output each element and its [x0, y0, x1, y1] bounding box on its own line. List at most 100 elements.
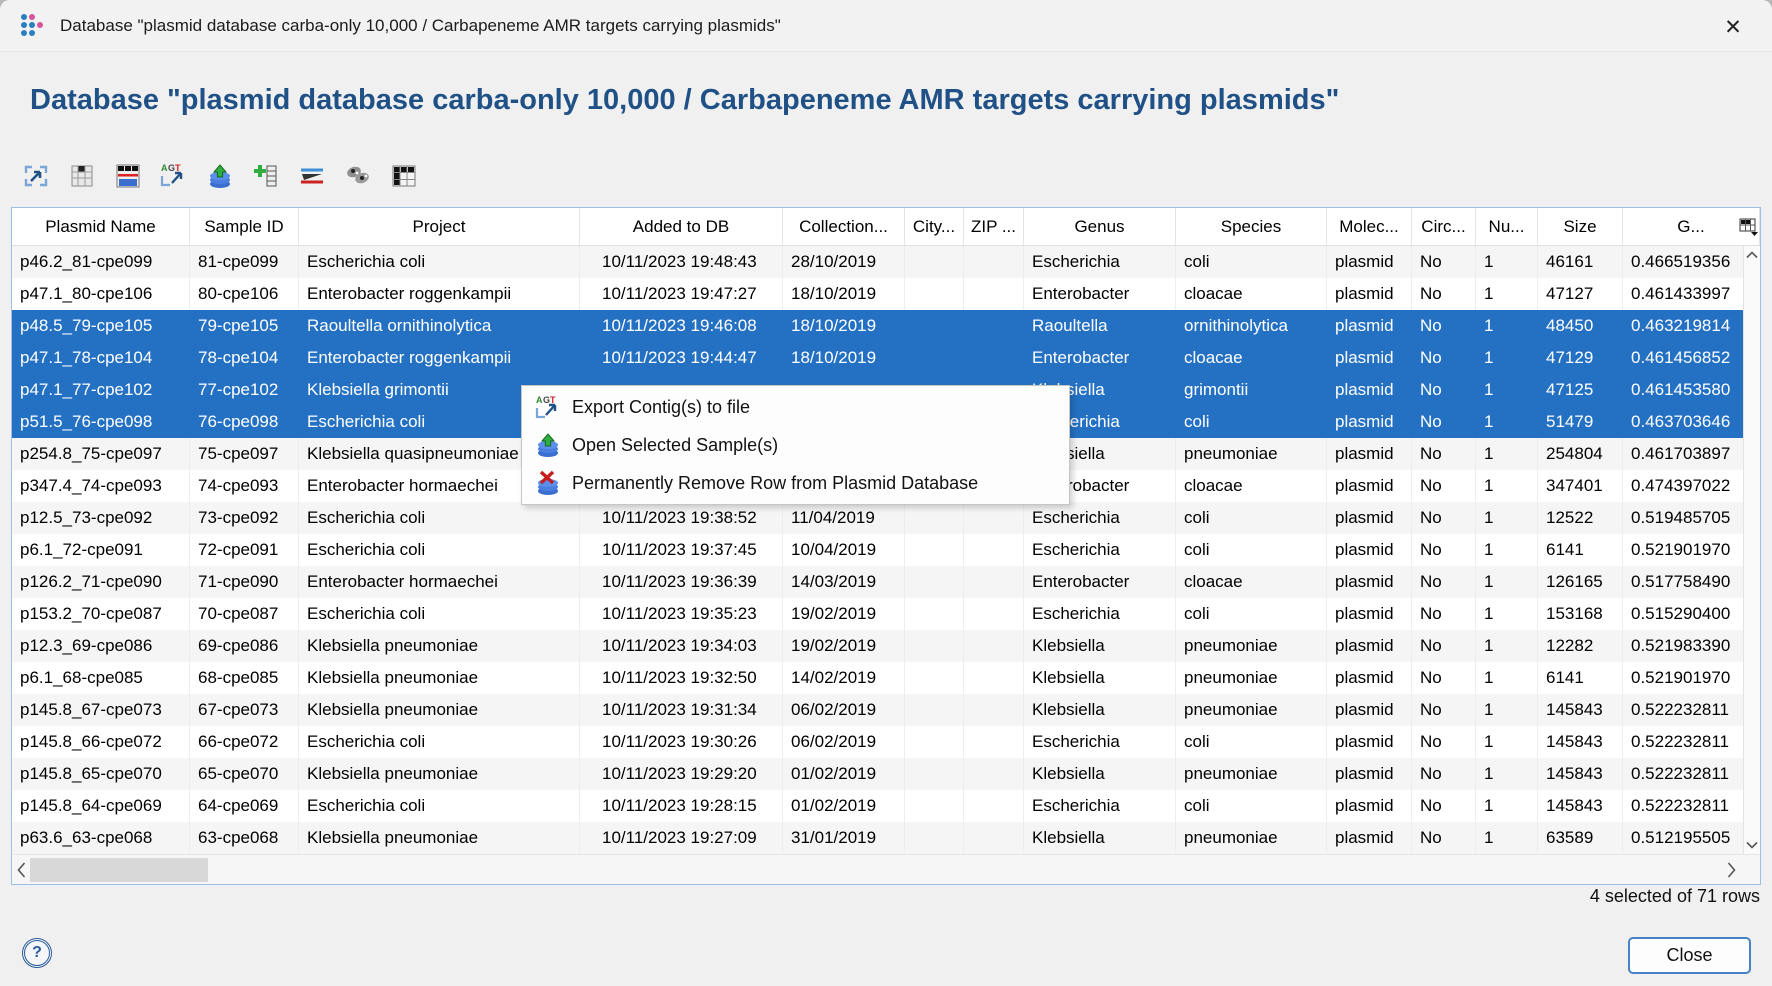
table-cell [905, 598, 964, 630]
table-cell: 145843 [1538, 726, 1623, 758]
table-row[interactable]: p6.1_68-cpe08568-cpe085Klebsiella pneumo… [12, 662, 1760, 694]
table-row[interactable]: p12.3_69-cpe08669-cpe086Klebsiella pneum… [12, 630, 1760, 662]
table-cell: Klebsiella pneumoniae [299, 822, 580, 854]
table-cell: 1 [1476, 822, 1538, 854]
table-row[interactable]: p145.8_65-cpe07065-cpe070Klebsiella pneu… [12, 758, 1760, 790]
scroll-down-icon[interactable] [1744, 836, 1760, 854]
svg-text:G: G [543, 395, 550, 405]
table-cell: 1 [1476, 694, 1538, 726]
table-cell: 1 [1476, 662, 1538, 694]
page-title: Database "plasmid database carba-only 10… [30, 84, 1339, 117]
merge-rows-icon[interactable] [298, 162, 325, 189]
table-row[interactable]: p47.1_80-cpe10680-cpe106Enterobacter rog… [12, 278, 1760, 310]
menu-item-label: Export Contig(s) to file [572, 397, 750, 418]
table-cell: 0.463703646 [1623, 406, 1760, 438]
table-cell: Raoultella [1024, 310, 1176, 342]
table-cell: Escherichia coli [299, 790, 580, 822]
table-cell: plasmid [1327, 438, 1412, 470]
menu-item-remove-row[interactable]: Permanently Remove Row from Plasmid Data… [522, 464, 1069, 502]
table-cell: 64-cpe069 [190, 790, 299, 822]
column-header[interactable]: ZIP ... [964, 208, 1024, 245]
table-row[interactable]: p153.2_70-cpe08770-cpe087Escherichia col… [12, 598, 1760, 630]
table-cell: 1 [1476, 342, 1538, 374]
table-header: Plasmid NameSample IDProjectAdded to DBC… [12, 208, 1760, 246]
column-header[interactable]: Molec... [1327, 208, 1412, 245]
column-header[interactable]: City... [905, 208, 964, 245]
column-header[interactable]: Collection... [783, 208, 905, 245]
export-contigs-icon[interactable]: AGT [160, 162, 187, 189]
scroll-right-icon[interactable] [1722, 855, 1740, 884]
horizontal-scroll-thumb[interactable] [30, 858, 208, 882]
add-sample-icon[interactable] [252, 162, 279, 189]
table-cell: p12.5_73-cpe092 [12, 502, 190, 534]
table-row[interactable]: p145.8_64-cpe06964-cpe069Escherichia col… [12, 790, 1760, 822]
table-cell: No [1412, 566, 1476, 598]
column-header[interactable]: Genus [1024, 208, 1176, 245]
menu-item-open-sample[interactable]: Open Selected Sample(s) [522, 426, 1069, 464]
menu-item-label: Permanently Remove Row from Plasmid Data… [572, 473, 978, 494]
column-header[interactable]: Size [1538, 208, 1623, 245]
svg-text:G: G [168, 163, 175, 173]
table-cell: 0.521901970 [1623, 534, 1760, 566]
open-sample-icon[interactable] [206, 162, 233, 189]
table-row[interactable]: p145.8_66-cpe07266-cpe072Escherichia col… [12, 726, 1760, 758]
table-cell: 19/02/2019 [783, 630, 905, 662]
table-cell: 63589 [1538, 822, 1623, 854]
table-row[interactable]: p47.1_78-cpe10478-cpe104Enterobacter rog… [12, 342, 1760, 374]
table-cell: plasmid [1327, 758, 1412, 790]
table-cell: p47.1_80-cpe106 [12, 278, 190, 310]
open-sample-icon [534, 432, 562, 458]
column-header[interactable]: Circ... [1412, 208, 1476, 245]
scroll-left-icon[interactable] [12, 855, 30, 884]
table-cell: plasmid [1327, 502, 1412, 534]
table-cell: 0.522232811 [1623, 790, 1760, 822]
toolbar: AGT [22, 162, 417, 189]
table-cell: pneumoniae [1176, 822, 1327, 854]
vertical-scrollbar[interactable] [1743, 246, 1760, 854]
table-cell: 145843 [1538, 790, 1623, 822]
table-cell: 76-cpe098 [190, 406, 299, 438]
table-row[interactable]: p6.1_72-cpe09172-cpe091Escherichia coli1… [12, 534, 1760, 566]
table-row[interactable]: p63.6_63-cpe06863-cpe068Klebsiella pneum… [12, 822, 1760, 854]
selection-status: 4 selected of 71 rows [1590, 886, 1760, 907]
column-picker-icon[interactable] [1739, 217, 1759, 237]
table-cell: 1 [1476, 438, 1538, 470]
column-header[interactable]: Plasmid Name [12, 208, 190, 245]
export-table-report-icon[interactable] [114, 162, 141, 189]
table-cell: pneumoniae [1176, 758, 1327, 790]
select-columns-icon[interactable] [390, 162, 417, 189]
export-table-icon[interactable] [22, 162, 49, 189]
table-cell: 145843 [1538, 758, 1623, 790]
table-cell: 0.521983390 [1623, 630, 1760, 662]
table-row[interactable]: p46.2_81-cpe09981-cpe099Escherichia coli… [12, 246, 1760, 278]
column-header[interactable]: Sample ID [190, 208, 299, 245]
column-header[interactable]: Project [299, 208, 580, 245]
table-row[interactable]: p48.5_79-cpe10579-cpe105Raoultella ornit… [12, 310, 1760, 342]
table-cell: 10/11/2023 19:28:15 [580, 790, 783, 822]
table-row[interactable]: p145.8_67-cpe07367-cpe073Klebsiella pneu… [12, 694, 1760, 726]
close-window-icon[interactable]: ✕ [1718, 12, 1748, 42]
table-cell: 1 [1476, 534, 1538, 566]
table-cell: 75-cpe097 [190, 438, 299, 470]
table-cell: 10/11/2023 19:27:09 [580, 822, 783, 854]
scroll-up-icon[interactable] [1744, 246, 1760, 264]
column-header[interactable]: Species [1176, 208, 1327, 245]
table-row[interactable]: p126.2_71-cpe09071-cpe090Enterobacter ho… [12, 566, 1760, 598]
table-cell: 10/11/2023 19:48:43 [580, 246, 783, 278]
help-button[interactable]: ? [22, 938, 52, 968]
table-cell: 10/11/2023 19:31:34 [580, 694, 783, 726]
close-button[interactable]: Close [1628, 937, 1751, 974]
table-cell: grimontii [1176, 374, 1327, 406]
plasmid-view-icon[interactable] [344, 162, 371, 189]
table-cell: plasmid [1327, 630, 1412, 662]
table-cell [905, 822, 964, 854]
horizontal-scrollbar[interactable] [12, 854, 1760, 884]
table-cell: 18/10/2019 [783, 342, 905, 374]
menu-item-export-contigs[interactable]: AGT Export Contig(s) to file [522, 388, 1069, 426]
table-cell [964, 790, 1024, 822]
column-header[interactable]: Nu... [1476, 208, 1538, 245]
table-cell [964, 278, 1024, 310]
table-row[interactable]: p12.5_73-cpe09273-cpe092Escherichia coli… [12, 502, 1760, 534]
copy-table-icon[interactable] [68, 162, 95, 189]
column-header[interactable]: Added to DB [580, 208, 783, 245]
